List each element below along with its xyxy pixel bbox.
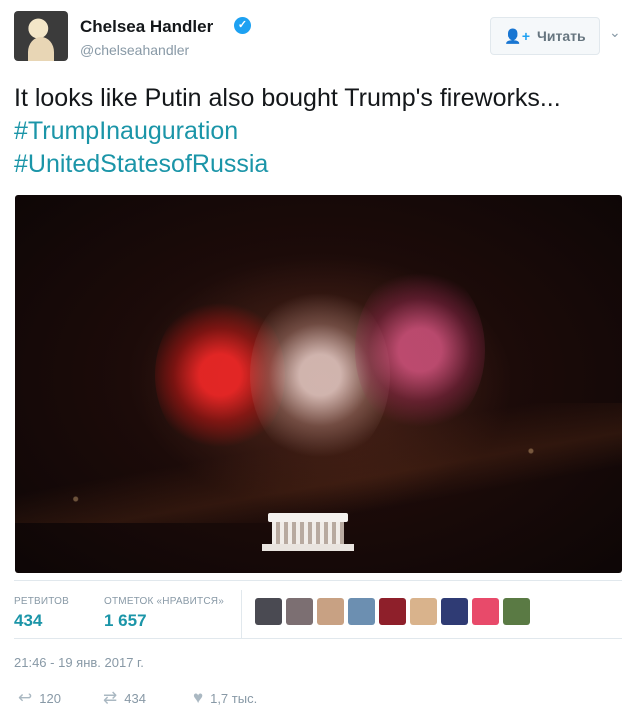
liker-avatar[interactable] (317, 598, 344, 625)
liker-avatar[interactable] (410, 598, 437, 625)
liker-avatar[interactable] (472, 598, 499, 625)
city-lights (15, 403, 622, 523)
likes-count[interactable]: 1 657 (104, 611, 147, 631)
verified-icon: ✓ (234, 17, 251, 34)
lincoln-memorial (262, 513, 354, 551)
follow-button-label: Читать (537, 28, 586, 44)
chevron-down-icon[interactable]: ⌄ (609, 24, 621, 41)
add-person-icon: 👤+ (504, 27, 531, 44)
reply-icon: ↩ (18, 688, 33, 707)
tweet-body: It looks like Putin also bought Trump's … (14, 84, 561, 112)
tweet-text: It looks like Putin also bought Trump's … (14, 82, 614, 181)
tweet-media-video[interactable] (15, 195, 622, 573)
likes-label: ОТМЕТОК «НРАВИТСЯ» (104, 596, 224, 607)
like-count: 1,7 тыс. (210, 690, 258, 706)
reply-button[interactable]: ↩ 120 (18, 688, 61, 708)
retweets-count[interactable]: 434 (14, 611, 42, 631)
retweet-icon: ⇄ (103, 688, 118, 707)
heart-icon: ♥ (193, 688, 204, 707)
liker-avatar[interactable] (255, 598, 282, 625)
tweet-timestamp[interactable]: 21:46 - 19 янв. 2017 г. (14, 655, 144, 670)
divider (14, 638, 622, 639)
author-handle[interactable]: @chelseahandler (80, 42, 189, 58)
like-button[interactable]: ♥ 1,7 тыс. (193, 688, 257, 708)
hashtag-unitedstatesofrussia[interactable]: #UnitedStatesofRussia (14, 150, 268, 178)
author-name[interactable]: Chelsea Handler (80, 17, 213, 37)
liker-avatar[interactable] (379, 598, 406, 625)
divider (241, 590, 242, 638)
liker-avatar[interactable] (348, 598, 375, 625)
liker-avatar[interactable] (286, 598, 313, 625)
liker-avatars (255, 598, 530, 625)
liker-avatar[interactable] (503, 598, 530, 625)
retweets-label: РЕТВИТОВ (14, 596, 70, 607)
reply-count: 120 (39, 690, 61, 706)
follow-button[interactable]: 👤+ Читать (490, 17, 600, 55)
avatar[interactable] (14, 11, 68, 61)
hashtag-trumpinauguration[interactable]: #TrumpInauguration (14, 117, 238, 145)
retweet-button[interactable]: ⇄ 434 (103, 688, 146, 708)
liker-avatar[interactable] (441, 598, 468, 625)
retweet-count: 434 (124, 690, 146, 706)
divider (14, 580, 622, 581)
